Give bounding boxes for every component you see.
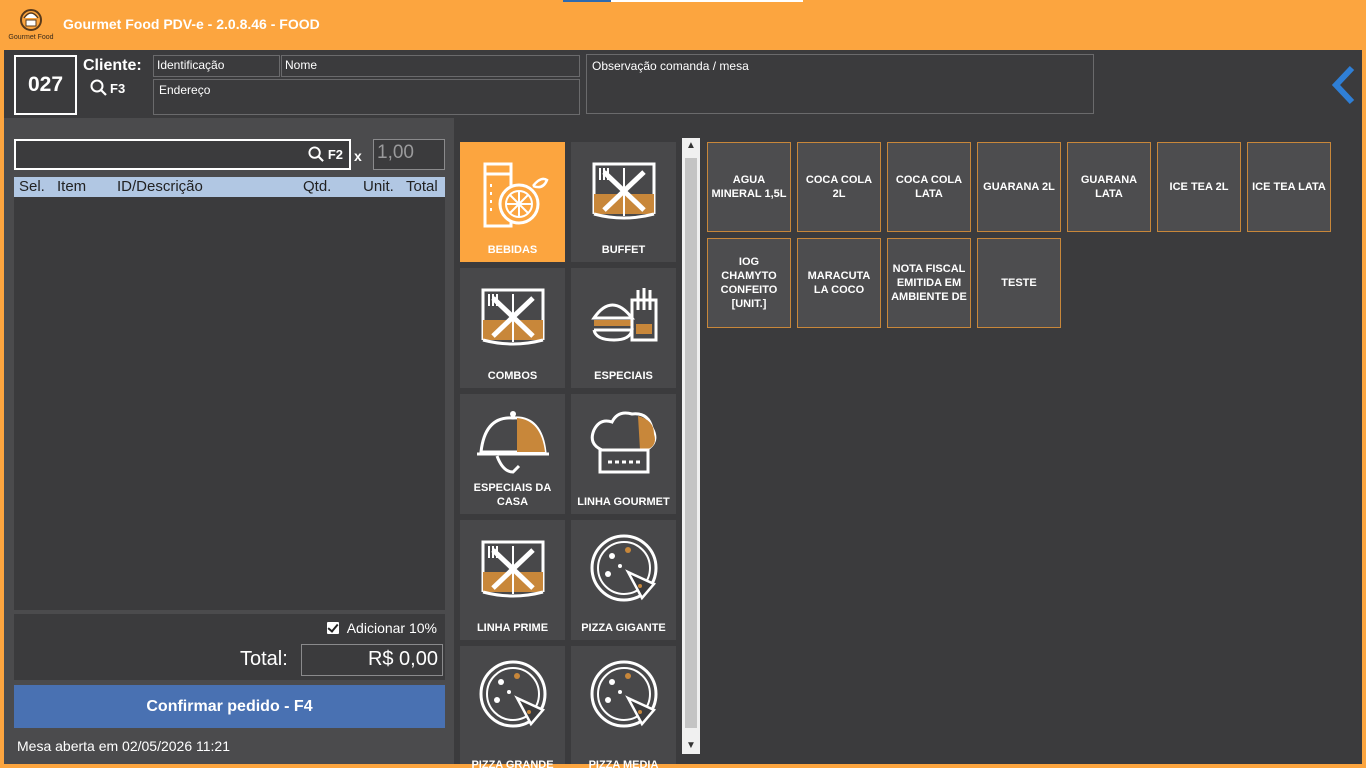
mesa-open-status: Mesa aberta em 02/05/2026 11:21 <box>17 738 231 754</box>
category-especiais[interactable]: ESPECIAIS <box>571 268 676 388</box>
search-icon <box>90 79 107 96</box>
product-search-shortcut: F2 <box>327 147 343 162</box>
title-bar: Gourmet Food Gourmet Food PDV-e - 2.0.8.… <box>0 0 1366 50</box>
category-label: BEBIDAS <box>487 244 538 256</box>
product-search-button[interactable]: F2 <box>308 146 343 163</box>
scroll-up-icon[interactable]: ▲ <box>682 138 700 154</box>
product-button[interactable]: NOTA FISCAL EMITIDA EM AMBIENTE DE <box>887 238 971 328</box>
product-button[interactable]: ICE TEA 2L <box>1157 142 1241 232</box>
col-qtd[interactable]: Qtd. <box>303 178 331 195</box>
order-table-body[interactable] <box>14 197 445 610</box>
category-label: ESPECIAIS <box>594 370 653 382</box>
category-especiais-da-casa[interactable]: ESPECIAIS DA CASA <box>460 394 565 514</box>
scroll-thumb[interactable] <box>685 158 697 728</box>
category-pizza-media[interactable]: PIZZA MEDIA <box>571 646 676 768</box>
confirm-order-button[interactable]: Confirmar pedido - F4 <box>14 685 445 728</box>
pizza-icon <box>590 534 658 602</box>
identificacao-field[interactable]: Identificação <box>153 55 280 77</box>
cutlery-book-icon <box>481 288 545 346</box>
chef-logo-icon: Gourmet Food <box>8 9 54 41</box>
category-label: ESPECIAIS DA CASA <box>473 482 552 508</box>
category-combos[interactable]: COMBOS <box>460 268 565 388</box>
scroll-down-icon[interactable]: ▼ <box>682 738 700 754</box>
category-linha-gourmet[interactable]: LINHA GOURMET <box>571 394 676 514</box>
cutlery-book-icon <box>481 540 545 598</box>
category-label: PIZZA GIGANTE <box>581 622 666 634</box>
chevron-left-icon[interactable] <box>1330 65 1358 105</box>
category-pizza-grande[interactable]: PIZZA GRANDE <box>460 646 565 768</box>
title-progress-line <box>563 0 803 2</box>
mesa-number[interactable]: 027 <box>14 55 77 115</box>
product-button[interactable]: AGUA MINERAL 1,5L <box>707 142 791 232</box>
chef-hat-icon <box>590 411 657 474</box>
drinks-icon <box>483 162 549 228</box>
burger-fries-icon <box>591 288 658 342</box>
category-pizza-gigante[interactable]: PIZZA GIGANTE <box>571 520 676 640</box>
product-button[interactable]: ICE TEA LATA <box>1247 142 1331 232</box>
order-table-header: Sel. Item ID/Descrição Qtd. Unit. Total <box>14 177 445 197</box>
category-scrollbar[interactable]: ▲ ▼ <box>682 138 700 754</box>
category-label: COMBOS <box>487 370 538 382</box>
category-bebidas[interactable]: BEBIDAS <box>460 142 565 262</box>
category-label: BUFFET <box>601 244 646 256</box>
app-title: Gourmet Food PDV-e - 2.0.8.46 - FOOD <box>63 16 320 32</box>
category-label: PIZZA MEDIA <box>588 759 659 768</box>
main-frame: 027 Cliente: F3 Identificação Nome Ender… <box>4 50 1362 768</box>
category-label: LINHA GOURMET <box>577 496 670 508</box>
col-sel[interactable]: Sel. <box>19 178 45 195</box>
product-grid: AGUA MINERAL 1,5L COCA COLA 2L COCA COLA… <box>704 138 1352 754</box>
endereco-field[interactable]: Endereço <box>153 79 580 115</box>
col-unit[interactable]: Unit. <box>363 178 394 195</box>
add-10-checkbox[interactable] <box>326 622 339 634</box>
category-panel: BEBIDAS BUFFET COMBOS ESPECIAIS ESPECIAI… <box>454 118 703 768</box>
total-label: Total: <box>240 648 288 670</box>
product-search-input[interactable]: F2 <box>14 139 351 170</box>
nome-field[interactable]: Nome <box>281 55 580 77</box>
order-panel: F2 x 1,00 Sel. Item ID/Descrição Qtd. Un… <box>4 118 454 764</box>
col-descricao[interactable]: ID/Descrição <box>117 178 203 195</box>
order-summary: Adicionar 10% Total: R$ 0,00 <box>14 614 445 680</box>
cliente-label: Cliente: <box>83 57 142 74</box>
observacao-field[interactable]: Observação comanda / mesa <box>586 54 1094 114</box>
product-button[interactable]: COCA COLA LATA <box>887 142 971 232</box>
product-button[interactable]: MARACUTA LA COCO <box>797 238 881 328</box>
buffet-icon <box>592 162 656 220</box>
product-button[interactable]: GUARANA LATA <box>1067 142 1151 232</box>
product-button[interactable]: GUARANA 2L <box>977 142 1061 232</box>
category-linha-prime[interactable]: LINHA PRIME <box>460 520 565 640</box>
quantity-field[interactable]: 1,00 <box>373 139 445 170</box>
product-button[interactable]: COCA COLA 2L <box>797 142 881 232</box>
pizza-icon <box>590 660 658 728</box>
cloche-icon <box>477 411 549 474</box>
search-icon <box>308 146 324 162</box>
svg-text:Gourmet Food: Gourmet Food <box>8 34 53 41</box>
category-label: LINHA PRIME <box>476 622 549 634</box>
col-total[interactable]: Total <box>406 178 438 195</box>
add-10-label: Adicionar 10% <box>346 620 437 636</box>
product-button[interactable]: IOG CHAMYTO CONFEITO [UNIT.] <box>707 238 791 328</box>
header: 027 Cliente: F3 Identificação Nome Ender… <box>4 50 1362 118</box>
cliente-search-button[interactable]: F3 <box>90 79 125 97</box>
col-item[interactable]: Item <box>57 178 86 195</box>
total-value: R$ 0,00 <box>301 644 443 676</box>
add-10-option[interactable]: Adicionar 10% <box>326 620 437 636</box>
product-button[interactable]: TESTE <box>977 238 1061 328</box>
category-label: PIZZA GRANDE <box>471 759 554 768</box>
multiply-label: x <box>354 148 362 164</box>
cliente-search-shortcut: F3 <box>110 80 126 96</box>
category-buffet[interactable]: BUFFET <box>571 142 676 262</box>
pizza-icon <box>479 660 547 728</box>
